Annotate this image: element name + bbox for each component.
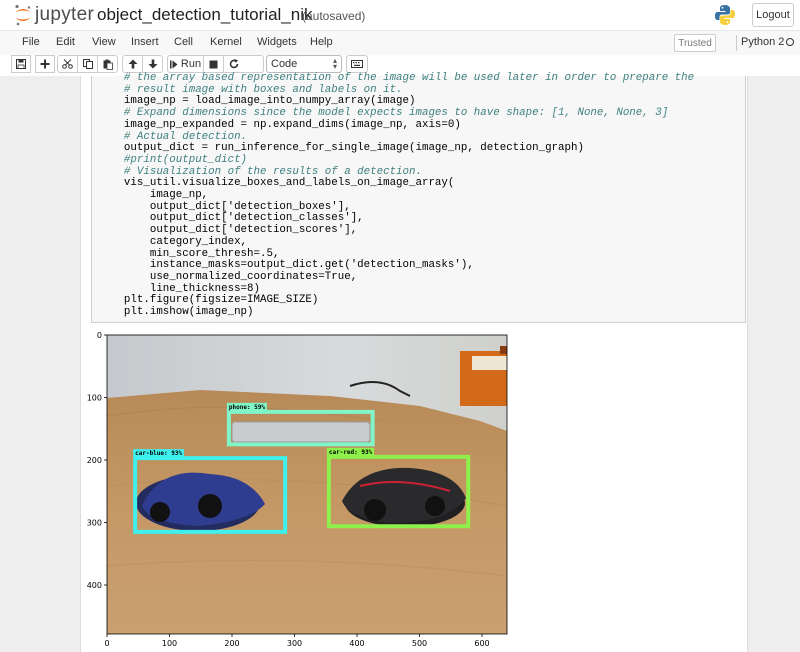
detection-label: car-blue: 93%	[135, 450, 182, 457]
run-label: Run	[180, 58, 202, 70]
code-line: #print(output_dict)	[98, 153, 248, 166]
jupyter-logo-icon	[15, 4, 31, 26]
x-tick-label: 600	[474, 639, 489, 648]
x-axis: 0 100 200 300 400 500 600	[104, 634, 490, 648]
code-line: image_np_expanded = np.expand_dims(image…	[98, 118, 461, 131]
cut-icon	[62, 59, 73, 69]
menu-cell[interactable]: Cell	[174, 36, 193, 48]
move-down-button[interactable]	[142, 55, 163, 73]
y-axis: 0 100 200 300 400	[87, 331, 107, 590]
code-line: # Visualization of the results of a dete…	[98, 165, 422, 178]
cut-button[interactable]	[57, 55, 78, 73]
code-line: # Actual detection.	[98, 130, 248, 143]
code-line: # Expand dimensions since the model expe…	[98, 107, 669, 120]
move-up-button[interactable]	[122, 55, 143, 73]
python-logo-icon	[714, 4, 736, 31]
x-tick-label: 100	[162, 639, 177, 648]
code-line: output_dict['detection_scores'],	[98, 224, 358, 237]
logout-button[interactable]: Logout	[752, 3, 794, 27]
y-tick-label: 200	[87, 456, 102, 465]
menu-widgets[interactable]: Widgets	[257, 36, 297, 48]
run-button[interactable]: Run	[167, 55, 204, 73]
detection-label: car-red: 93%	[329, 449, 373, 456]
code-line: output_dict['detection_boxes'],	[98, 200, 351, 213]
x-tick-label: 300	[287, 639, 302, 648]
y-tick-label: 400	[87, 581, 102, 590]
menu-help[interactable]: Help	[310, 36, 333, 48]
save-button[interactable]	[11, 55, 31, 73]
code-line: plt.imshow(image_np)	[98, 306, 254, 319]
code-line: category_index,	[98, 235, 248, 248]
code-line: image_np = load_image_into_numpy_array(i…	[98, 95, 416, 108]
code-line: output_dict['detection_classes'],	[98, 212, 364, 225]
x-tick-label: 500	[412, 639, 427, 648]
menu-kernel[interactable]: Kernel	[210, 36, 242, 48]
kernel-name[interactable]: Python 2	[741, 36, 784, 48]
code-line: output_dict = run_inference_for_single_i…	[98, 142, 584, 155]
output-image-plot: phone: 59% car-blue: 93% car-red: 93% 0 100…	[87, 331, 508, 648]
code-line: plt.figure(figsize=IMAGE_SIZE)	[98, 294, 319, 307]
restart-icon	[229, 59, 238, 69]
menubar-divider	[736, 35, 737, 51]
code-line: line_thickness=8)	[98, 282, 260, 295]
restart-kernel-button[interactable]	[223, 55, 244, 73]
x-tick-label: 200	[224, 639, 239, 648]
move-down-icon	[148, 59, 157, 69]
stop-icon	[209, 60, 218, 68]
save-icon	[16, 59, 26, 69]
cell-type-select[interactable]: Code ▴ ▾	[266, 55, 342, 73]
keyboard-icon	[351, 60, 363, 68]
notebook-title[interactable]: object_detection_tutorial_nik	[97, 5, 312, 25]
detection-label: phone: 59%	[229, 404, 266, 411]
x-tick-label: 0	[104, 639, 109, 648]
insert-cell-button[interactable]	[35, 55, 55, 73]
code-line: # result image with boxes and labels on …	[98, 83, 403, 96]
restart-run-all-button[interactable]	[243, 55, 264, 73]
cell-type-value: Code	[271, 58, 298, 70]
menu-file[interactable]: File	[22, 36, 40, 48]
interrupt-kernel-button[interactable]	[203, 55, 224, 73]
menu-edit[interactable]: Edit	[56, 36, 75, 48]
code-cell-input[interactable]: # the array based representation of the …	[91, 72, 746, 323]
code-line: instance_masks=output_dict.get('detectio…	[98, 259, 474, 272]
header: jupyter object_detection_tutorial_nik (a…	[0, 0, 800, 30]
menubar: File Edit View Insert Cell Kernel Widget…	[0, 30, 800, 56]
copy-button[interactable]	[77, 55, 98, 73]
menu-view[interactable]: View	[92, 36, 116, 48]
code-line: image_np,	[98, 189, 209, 202]
x-tick-label: 400	[349, 639, 364, 648]
paste-icon	[103, 59, 113, 70]
kernel-status-icon	[786, 38, 794, 46]
code-line: min_score_thresh=.5,	[98, 247, 280, 260]
code-line: # the array based representation of the …	[98, 72, 695, 84]
photo-background	[107, 335, 507, 634]
trusted-indicator[interactable]: Trusted	[674, 34, 716, 52]
move-up-icon	[128, 59, 137, 69]
code-editor[interactable]: # the array based representation of the …	[98, 72, 695, 319]
command-palette-button[interactable]	[346, 55, 368, 73]
code-line: use_normalized_coordinates=True,	[98, 270, 358, 283]
paste-button[interactable]	[97, 55, 118, 73]
y-tick-label: 300	[87, 519, 102, 528]
code-line: vis_util.visualize_boxes_and_labels_on_i…	[98, 177, 455, 190]
jupyter-logo[interactable]: jupyter	[14, 4, 94, 26]
jupyter-logo-text: jupyter	[35, 4, 95, 25]
y-tick-label: 0	[97, 331, 102, 340]
select-caret-icon: ▴ ▾	[332, 56, 337, 71]
autosave-status: (autosaved)	[302, 9, 366, 23]
menu-insert[interactable]: Insert	[131, 36, 159, 48]
copy-icon	[82, 59, 93, 69]
y-tick-label: 100	[87, 394, 102, 403]
add-cell-icon	[40, 59, 50, 69]
run-icon	[169, 60, 178, 68]
